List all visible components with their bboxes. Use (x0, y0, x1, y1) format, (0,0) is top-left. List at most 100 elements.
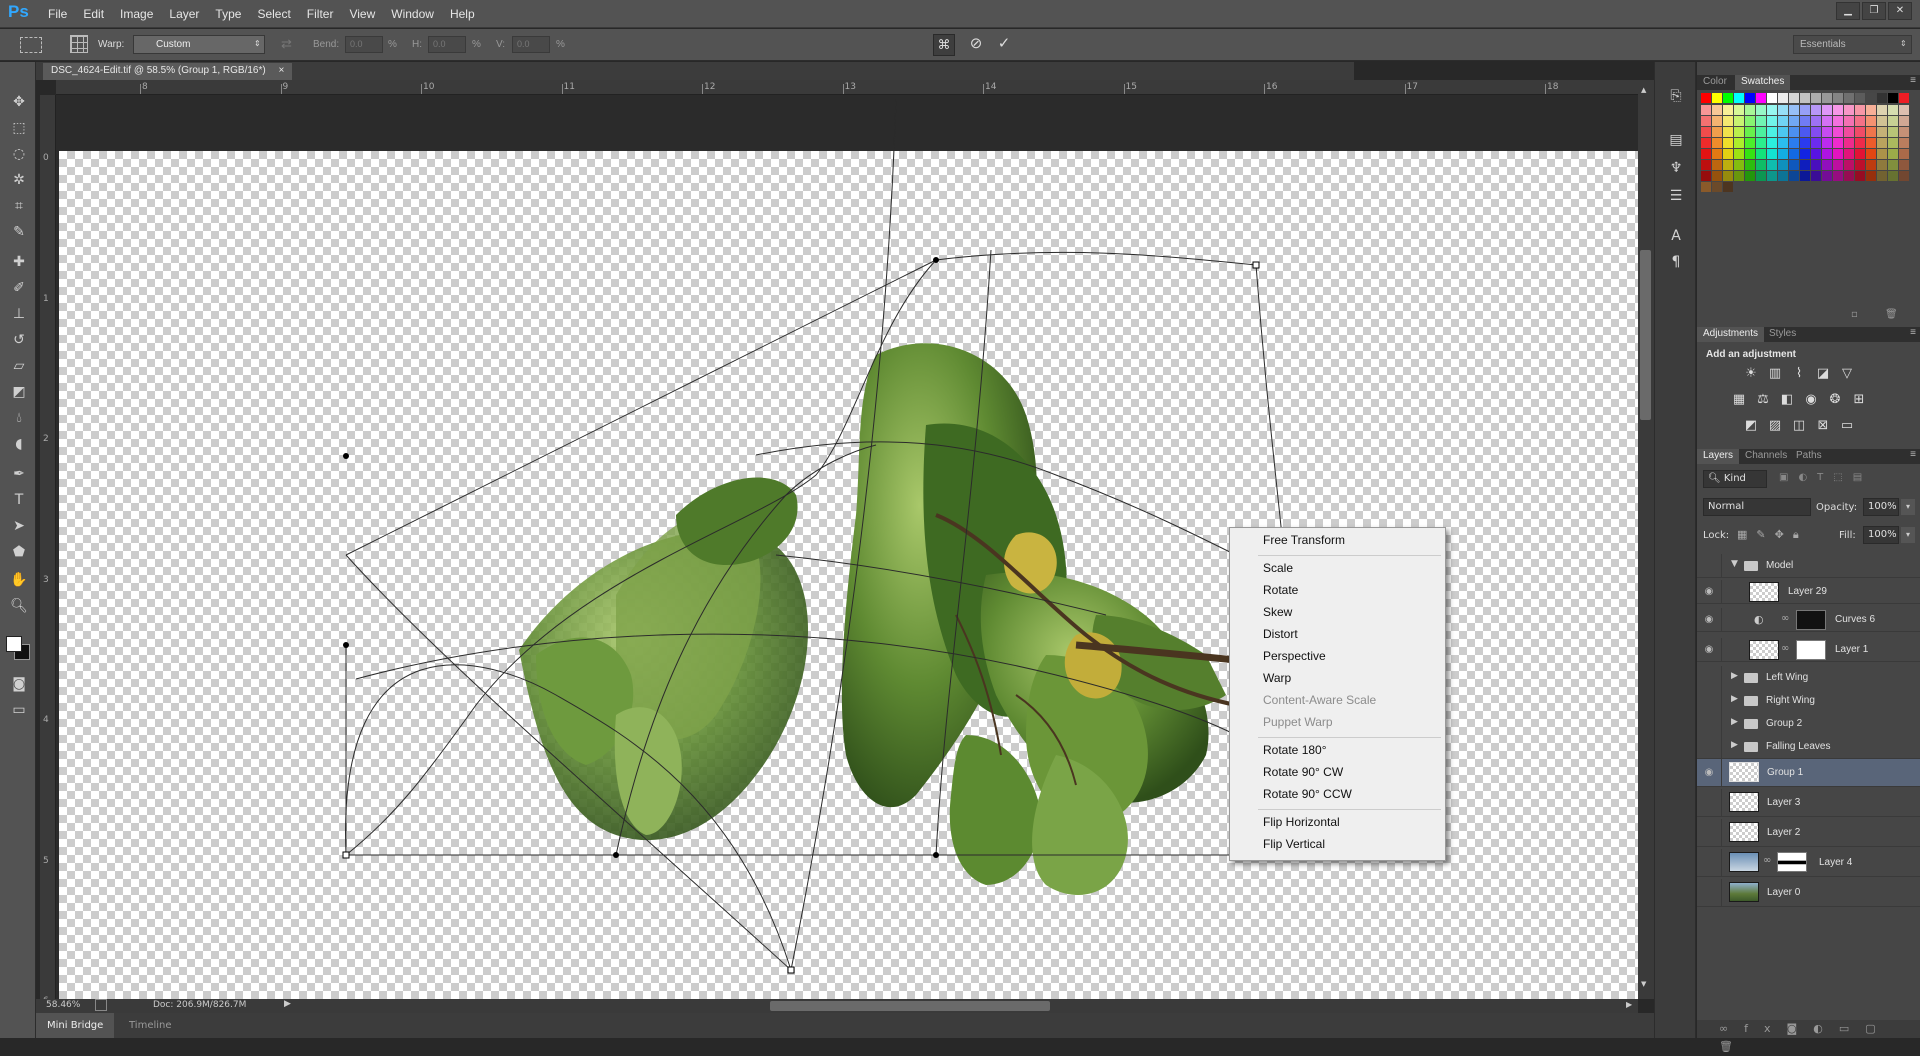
color-swatch[interactable] (1723, 182, 1733, 192)
menu-image[interactable]: Image (120, 0, 163, 28)
v-input[interactable]: 0.0 (512, 36, 550, 53)
color-swatch[interactable] (1888, 116, 1898, 126)
brush-tool-icon[interactable]: ✐ (9, 278, 29, 298)
color-swatch[interactable] (1811, 138, 1821, 148)
color-swatch[interactable] (1844, 138, 1854, 148)
commit-transform-icon[interactable]: ✓ (994, 34, 1014, 54)
color-swatch[interactable] (1789, 149, 1799, 159)
color-swatch[interactable] (1734, 116, 1744, 126)
color-swatch[interactable] (1866, 138, 1876, 148)
color-swatch[interactable] (1877, 149, 1887, 159)
color-swatch[interactable] (1767, 116, 1777, 126)
blend-mode-select[interactable]: Normal (1703, 498, 1811, 516)
color-swatch[interactable] (1701, 171, 1711, 181)
color-swatch[interactable] (1800, 138, 1810, 148)
color-swatch[interactable] (1789, 127, 1799, 137)
color-swatch[interactable] (1844, 171, 1854, 181)
vertical-scroll-thumb[interactable] (1640, 250, 1651, 420)
marquee-tool-icon[interactable]: ⬚ (9, 118, 29, 138)
color-swatch[interactable] (1822, 116, 1832, 126)
levels-icon[interactable]: ▥ (1767, 366, 1783, 382)
color-swatch[interactable] (1855, 138, 1865, 148)
color-swatch[interactable] (1822, 127, 1832, 137)
layer-row-layer-3[interactable]: Layer 3 (1697, 789, 1920, 817)
color-swatch[interactable] (1844, 105, 1854, 115)
color-swatch[interactable] (1745, 127, 1755, 137)
tab-adjustments[interactable]: Adjustments (1697, 327, 1765, 342)
color-swatch[interactable] (1833, 105, 1843, 115)
brightness-icon[interactable]: ☀ (1743, 366, 1759, 382)
color-swatch[interactable] (1833, 149, 1843, 159)
color-swatch[interactable] (1888, 171, 1898, 181)
menu-item-flip-horizontal[interactable]: Flip Horizontal (1263, 812, 1340, 832)
color-swatch[interactable] (1811, 171, 1821, 181)
color-swatch[interactable] (1712, 182, 1722, 192)
color-swatch[interactable] (1844, 160, 1854, 170)
layer-row-model[interactable]: ▼ Model (1697, 554, 1920, 578)
color-swatch[interactable] (1734, 149, 1744, 159)
vibrance-icon[interactable]: ▽ (1839, 366, 1855, 382)
color-swatch[interactable] (1866, 127, 1876, 137)
color-swatch[interactable] (1712, 138, 1722, 148)
tab-mini-bridge[interactable]: Mini Bridge (36, 1013, 115, 1038)
close-icon[interactable]: × (278, 65, 284, 76)
color-swatch[interactable] (1789, 105, 1799, 115)
color-swatch[interactable] (1866, 116, 1876, 126)
color-swatch[interactable] (1822, 105, 1832, 115)
color-swatch[interactable] (1899, 116, 1909, 126)
tool-preset-icon[interactable] (20, 37, 42, 53)
quick-mask-icon[interactable]: ◙ (9, 674, 29, 694)
color-swatch[interactable] (1855, 149, 1865, 159)
menu-view[interactable]: View (349, 0, 385, 28)
color-swatch[interactable] (1712, 149, 1722, 159)
color-swatch[interactable] (1800, 171, 1810, 181)
color-swatch[interactable] (1734, 93, 1744, 103)
move-tool-icon[interactable]: ✥ (9, 92, 29, 112)
tab-timeline[interactable]: Timeline (118, 1013, 183, 1038)
color-swatch[interactable] (1712, 93, 1722, 103)
color-swatch[interactable] (1899, 138, 1909, 148)
color-swatch[interactable] (1866, 149, 1876, 159)
color-swatch[interactable] (1866, 171, 1876, 181)
color-swatch[interactable] (1888, 160, 1898, 170)
export-icon[interactable] (95, 999, 107, 1011)
restore-icon[interactable]: ❐ (1862, 2, 1886, 20)
visibility-toggle[interactable] (1697, 689, 1722, 713)
layer-row-layer-1[interactable]: ◉ ∞ Layer 1 (1697, 638, 1920, 662)
color-swatch[interactable] (1778, 171, 1788, 181)
color-swatch[interactable] (1822, 160, 1832, 170)
healing-brush-tool-icon[interactable]: ✚ (9, 252, 29, 272)
menu-item-rotate-90-ccw[interactable]: Rotate 90° CCW (1263, 784, 1352, 804)
tab-styles[interactable]: Styles (1763, 327, 1802, 342)
color-swatch[interactable] (1701, 116, 1711, 126)
color-swatch[interactable] (1712, 116, 1722, 126)
visibility-toggle[interactable] (1697, 849, 1722, 877)
zoom-tool-icon[interactable]: 🔍︎ (9, 596, 29, 616)
color-swatch[interactable] (1767, 127, 1777, 137)
channel-mixer-icon[interactable]: ❂ (1827, 392, 1843, 408)
color-swatch[interactable] (1767, 93, 1777, 103)
new-swatch-icon[interactable]: ▫ (1851, 309, 1858, 320)
color-swatch[interactable] (1767, 149, 1777, 159)
threshold-icon[interactable]: ◫ (1791, 418, 1807, 434)
arrow-down-icon[interactable]: ▼ (1641, 980, 1646, 988)
color-swatch[interactable] (1800, 105, 1810, 115)
color-swatch[interactable] (1756, 138, 1766, 148)
tab-channels[interactable]: Channels (1739, 449, 1793, 464)
color-swatch[interactable] (1778, 149, 1788, 159)
color-swatch[interactable] (1712, 160, 1722, 170)
clone-stamp-tool-icon[interactable]: ⊥ (9, 304, 29, 324)
color-swatch[interactable] (1855, 116, 1865, 126)
color-swatch[interactable] (1745, 171, 1755, 181)
bend-input[interactable]: 0.0 (345, 36, 383, 53)
menu-item-scale[interactable]: Scale (1263, 558, 1293, 578)
curves-icon[interactable]: ⌇ (1791, 366, 1807, 382)
layers-footer-icons[interactable]: ∞fx◙◐▭▢🗑︎ (1697, 1020, 1920, 1053)
menu-type[interactable]: Type (215, 0, 251, 28)
reference-point-icon[interactable] (70, 35, 88, 53)
color-swatch[interactable] (1811, 149, 1821, 159)
color-swatch[interactable] (1701, 138, 1711, 148)
layer-row-right-wing[interactable]: ▶ Right Wing (1697, 689, 1920, 713)
color-swatch[interactable] (1800, 116, 1810, 126)
color-swatch[interactable] (1701, 160, 1711, 170)
